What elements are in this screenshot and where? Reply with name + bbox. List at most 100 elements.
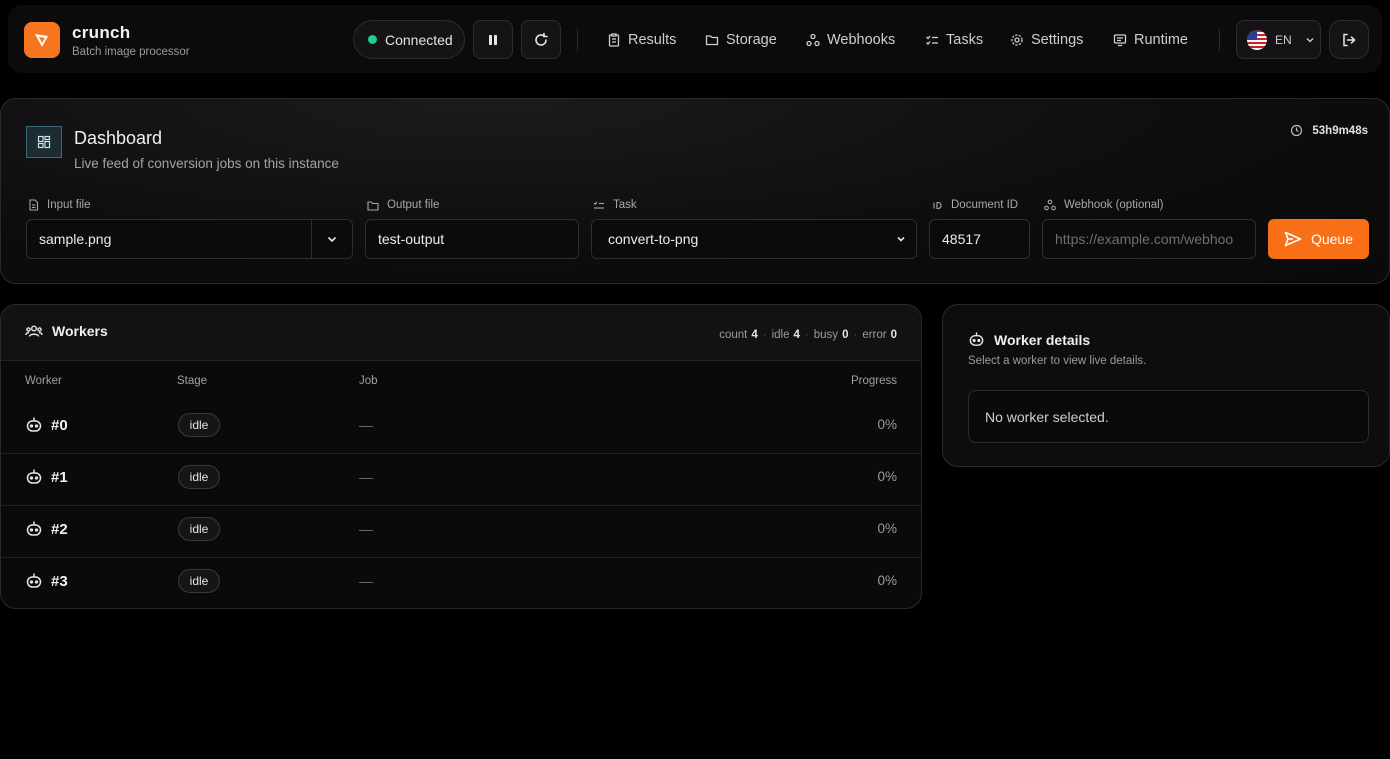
- workers-header: Workers count 4 · idle 4 · busy 0 · error 0: [1, 305, 921, 361]
- connection-status-label: Connected: [385, 31, 453, 48]
- workers-error: 0: [890, 329, 897, 341]
- input-file-dropdown-button[interactable]: [311, 219, 353, 259]
- worker-row[interactable]: #3 idle — 0%: [1, 558, 921, 608]
- refresh-icon: [535, 32, 548, 46]
- document-id-field[interactable]: 48517: [929, 219, 1030, 259]
- worker-details-title: Worker details: [968, 331, 1090, 348]
- pause-button[interactable]: [473, 20, 513, 59]
- nav-settings[interactable]: Settings: [1010, 29, 1083, 51]
- folder-icon: [367, 200, 379, 211]
- us-flag-icon: [1247, 29, 1267, 50]
- clock-icon: [1291, 124, 1303, 137]
- webhook-icon: [806, 33, 820, 47]
- stage-badge: idle: [178, 569, 220, 593]
- workers-stats: count 4 · idle 4 · busy 0 · error 0: [719, 329, 897, 341]
- output-file-field[interactable]: test-output: [365, 219, 579, 259]
- status-dot-icon: [368, 35, 377, 44]
- column-header-worker: Worker: [25, 375, 62, 387]
- nav-results[interactable]: Results: [607, 29, 676, 51]
- language-selector[interactable]: EN: [1236, 20, 1321, 59]
- nav-webhooks[interactable]: Webhooks: [806, 29, 895, 51]
- webhook-icon: [1044, 199, 1056, 211]
- connection-status[interactable]: Connected: [353, 20, 465, 59]
- output-file-label: Output file: [367, 199, 439, 211]
- uptime: 53h9m48s: [1290, 124, 1368, 137]
- worker-job: —: [359, 469, 373, 485]
- worker-details-card: Worker details Select a worker to view l…: [942, 304, 1390, 467]
- document-id-label: Document ID: [931, 199, 1018, 211]
- nav-storage-label: Storage: [726, 32, 777, 48]
- worker-row[interactable]: #2 idle — 0%: [1, 506, 921, 558]
- robot-icon: [969, 332, 984, 346]
- page-subtitle: Live feed of conversion jobs on this ins…: [74, 156, 339, 171]
- divider: [577, 29, 578, 51]
- page-title: Dashboard: [74, 128, 163, 148]
- worker-job: —: [359, 417, 373, 433]
- divider: [1219, 29, 1220, 51]
- stage-badge: idle: [178, 517, 220, 541]
- id-icon: [933, 201, 942, 209]
- column-header-job: Job: [359, 375, 378, 387]
- worker-id: #3: [51, 572, 68, 590]
- worker-id: #1: [51, 468, 68, 486]
- worker-row[interactable]: #1 idle — 0%: [1, 454, 921, 506]
- tasks-icon: [593, 201, 604, 209]
- worker-id: #2: [51, 520, 68, 538]
- column-header-progress: Progress: [850, 375, 897, 387]
- input-file-label: Input file: [28, 199, 90, 211]
- chevron-down-icon: [327, 236, 337, 243]
- webhook-field[interactable]: https://example.com/webhoo: [1042, 219, 1256, 259]
- worker-progress: 0%: [877, 417, 897, 432]
- language-code: EN: [1275, 32, 1292, 47]
- task-select[interactable]: convert-to-png: [591, 219, 917, 259]
- clipboard-icon: [608, 33, 620, 47]
- worker-details-empty-state: No worker selected.: [968, 390, 1369, 443]
- send-icon: [1284, 231, 1302, 247]
- webhook-label: Webhook (optional): [1044, 199, 1164, 211]
- robot-icon: [26, 469, 42, 484]
- pause-icon: [489, 34, 497, 45]
- uptime-value: 53h9m48s: [1312, 124, 1368, 137]
- nav-tasks[interactable]: Tasks: [925, 29, 983, 51]
- nav-runtime-label: Runtime: [1134, 32, 1188, 48]
- worker-row[interactable]: #0 idle — 0%: [1, 402, 921, 454]
- input-file-field[interactable]: sample.png: [26, 219, 312, 259]
- worker-progress: 0%: [877, 469, 897, 484]
- tasks-icon: [926, 35, 938, 45]
- dashboard-card: Dashboard Live feed of conversion jobs o…: [0, 98, 1390, 284]
- nav-storage[interactable]: Storage: [705, 29, 777, 51]
- logout-icon: [1343, 33, 1356, 46]
- column-header-stage: Stage: [177, 375, 208, 387]
- nav-webhooks-label: Webhooks: [827, 32, 896, 48]
- chevron-down-icon: [1306, 37, 1314, 42]
- brand-subtitle: Batch image processor: [72, 46, 190, 58]
- worker-job: —: [359, 521, 373, 537]
- brand-name: crunch: [72, 23, 131, 42]
- worker-job: —: [359, 573, 373, 589]
- task-label: Task: [593, 199, 637, 211]
- worker-progress: 0%: [877, 573, 897, 588]
- task-select-value: convert-to-png: [608, 231, 699, 247]
- top-bar: crunch Batch image processor Connected R…: [8, 5, 1382, 73]
- queue-button[interactable]: Queue: [1268, 219, 1369, 259]
- workers-idle: 4: [793, 329, 800, 341]
- worker-progress: 0%: [877, 521, 897, 536]
- robot-icon: [26, 521, 42, 536]
- refresh-button[interactable]: [521, 20, 561, 59]
- chevron-down-icon: [897, 236, 905, 242]
- worker-id: #0: [51, 416, 68, 434]
- robot-icon: [26, 573, 42, 588]
- workers-busy: 0: [842, 329, 849, 341]
- nav-tasks-label: Tasks: [946, 32, 984, 48]
- gear-icon: [1011, 34, 1023, 46]
- logout-button[interactable]: [1329, 20, 1369, 59]
- file-icon: [29, 199, 39, 211]
- worker-details-subtitle: Select a worker to view live details.: [968, 355, 1147, 367]
- crunch-logo-icon: [24, 22, 60, 58]
- stage-badge: idle: [178, 465, 220, 489]
- nav-runtime[interactable]: Runtime: [1113, 29, 1188, 51]
- stage-badge: idle: [178, 413, 220, 437]
- nav-settings-label: Settings: [1031, 32, 1084, 48]
- queue-button-label: Queue: [1310, 231, 1354, 247]
- users-icon: [25, 325, 43, 337]
